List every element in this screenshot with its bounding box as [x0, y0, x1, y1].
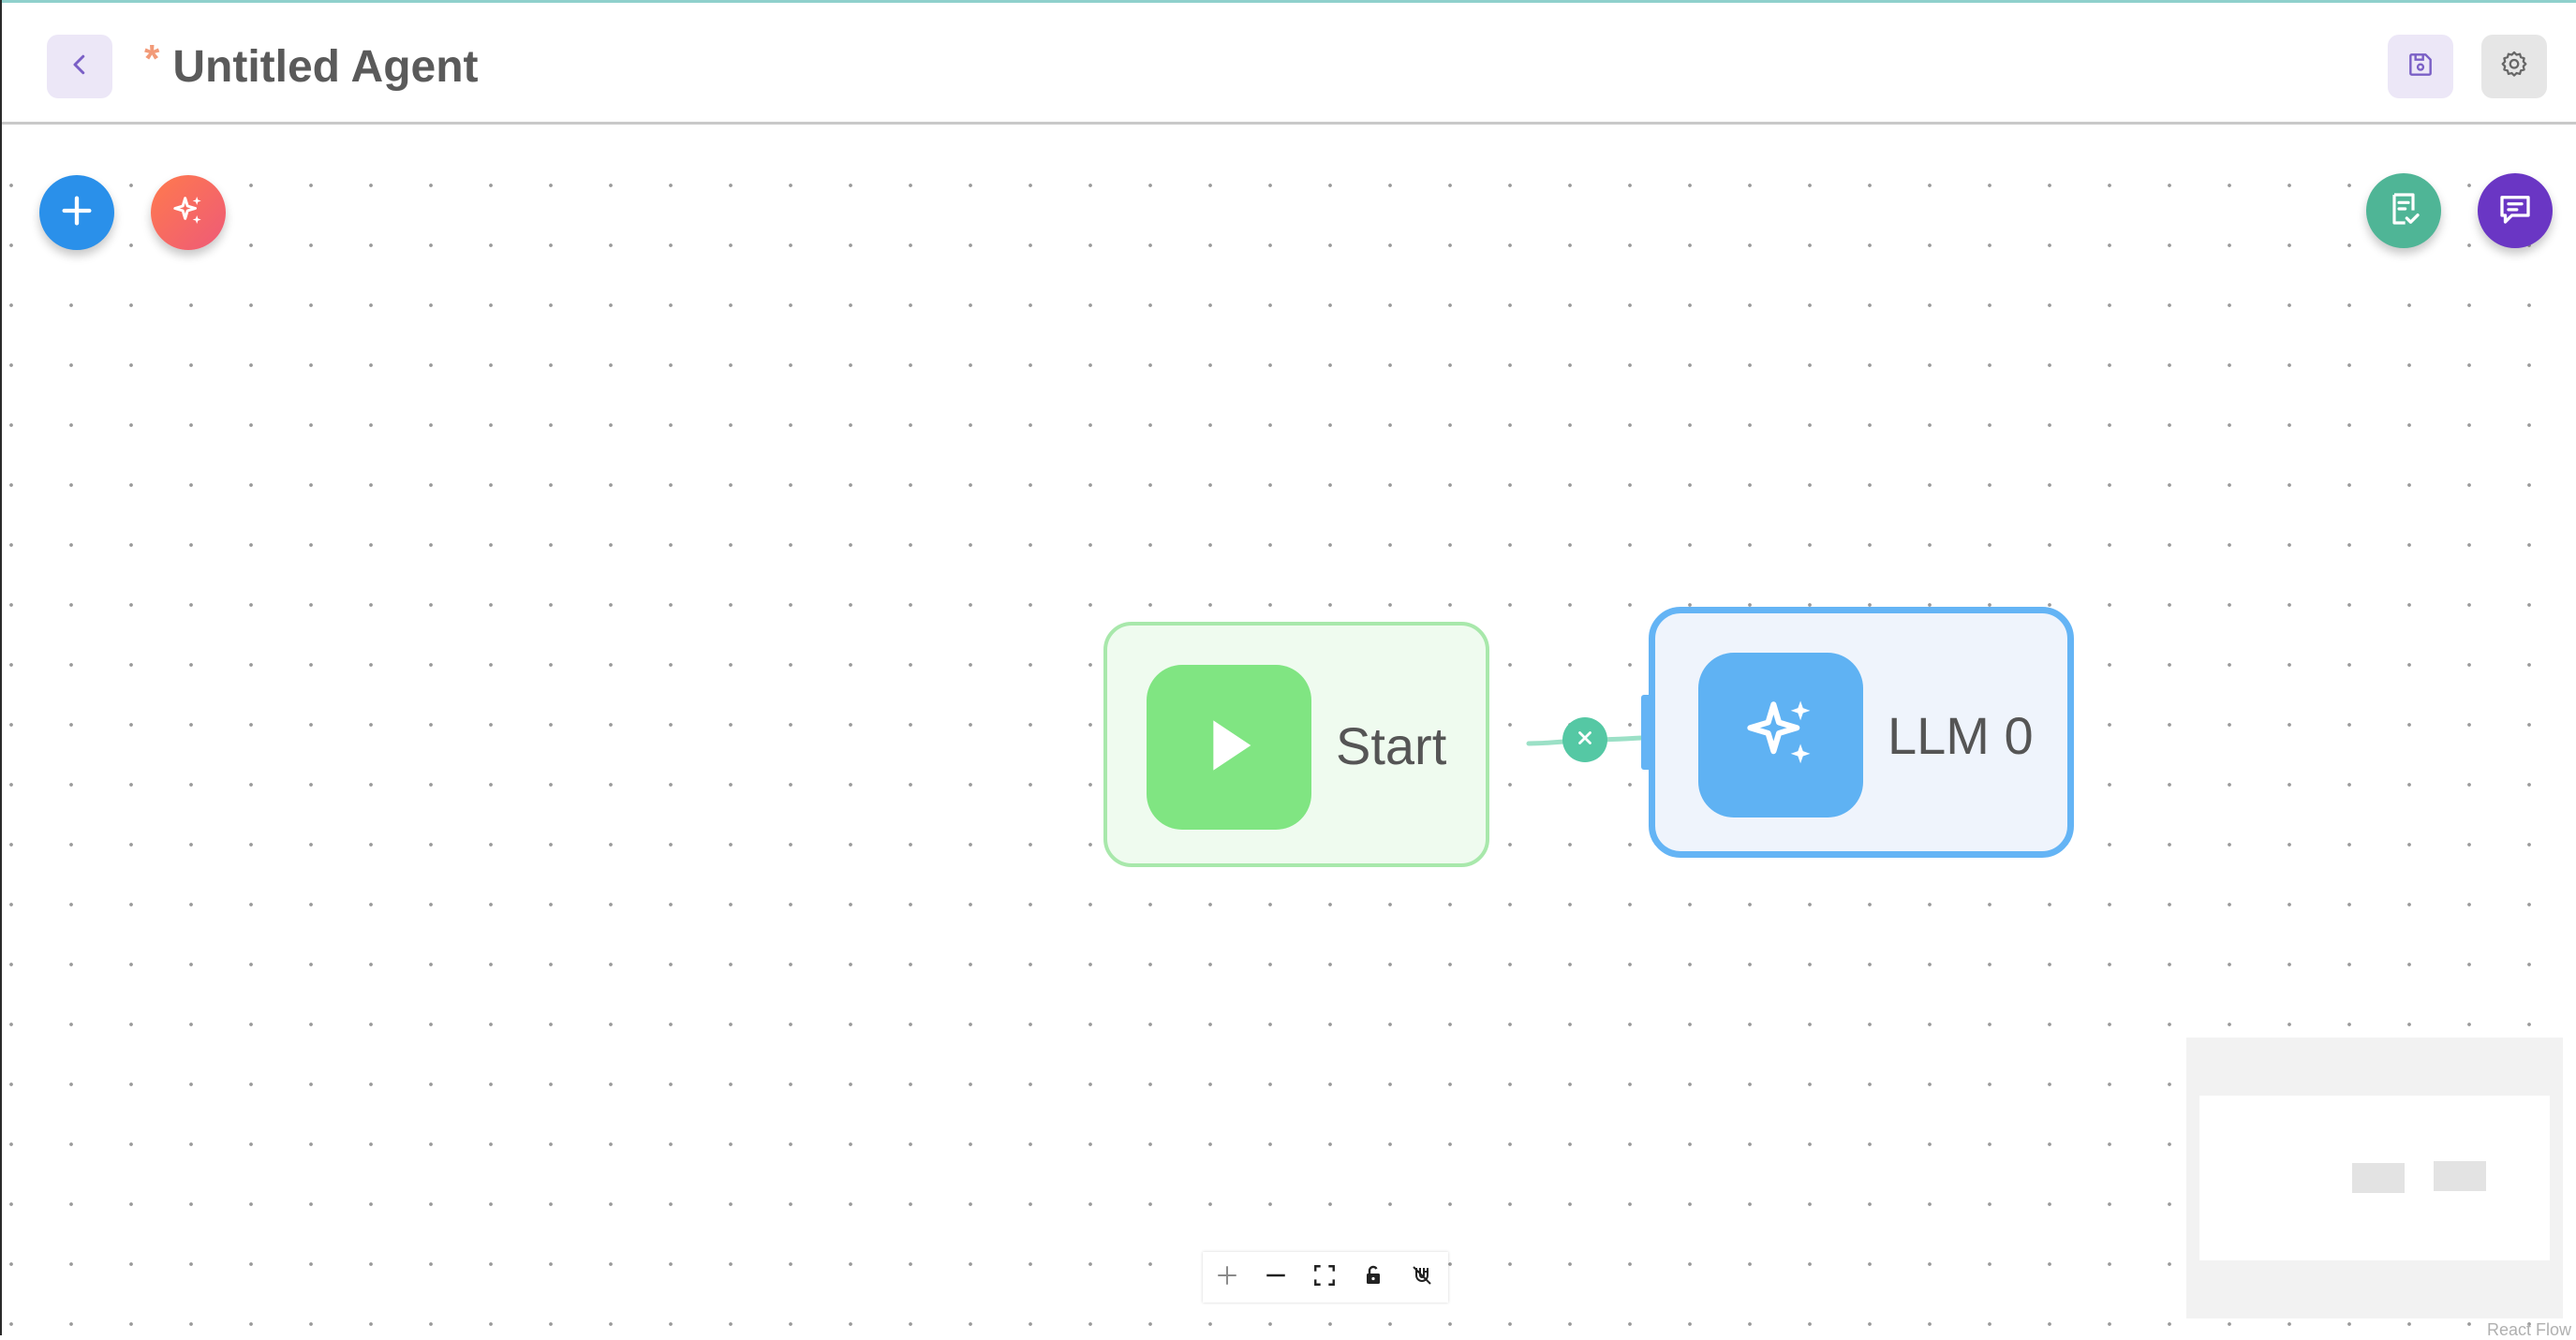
clipboard-check-icon: [2385, 190, 2422, 232]
close-icon: [1575, 728, 1595, 753]
checklist-button[interactable]: [2366, 173, 2441, 248]
page-title[interactable]: Untitled Agent: [172, 41, 478, 93]
start-node[interactable]: Start: [1103, 622, 1489, 867]
llm-node[interactable]: LLM 0: [1649, 607, 2074, 858]
snap-button[interactable]: [1398, 1252, 1446, 1303]
fit-view-button[interactable]: [1300, 1252, 1349, 1303]
fullscreen-icon: [1312, 1263, 1337, 1292]
unsaved-marker: *: [144, 37, 160, 81]
minimap-viewport[interactable]: [2199, 1096, 2550, 1260]
edge-delete-button[interactable]: [1562, 717, 1607, 762]
floppy-disk-icon: [2406, 50, 2435, 84]
react-flow-attribution[interactable]: React Flow: [2487, 1320, 2571, 1340]
sparkles-icon: [1738, 690, 1824, 781]
agent-header: * Untitled Agent: [2, 3, 2576, 125]
chat-button[interactable]: [2478, 173, 2553, 248]
plus-icon: [1215, 1263, 1239, 1292]
start-node-icon-tile: [1147, 665, 1311, 830]
unlock-icon: [1362, 1264, 1384, 1291]
minimap[interactable]: [2186, 1038, 2563, 1318]
zoom-out-button[interactable]: [1251, 1252, 1300, 1303]
minus-icon: [1264, 1263, 1288, 1292]
llm-node-icon-tile: [1698, 653, 1863, 817]
plus-icon: [58, 192, 96, 234]
chevron-left-icon: [66, 51, 94, 83]
chat-bubble-icon: [2495, 189, 2535, 233]
save-button[interactable]: [2388, 35, 2453, 98]
gear-icon: [2498, 49, 2530, 85]
zoom-in-button[interactable]: [1203, 1252, 1251, 1303]
start-node-label: Start: [1336, 716, 1447, 775]
minimap-node-start: [2352, 1163, 2405, 1193]
lock-button[interactable]: [1349, 1252, 1398, 1303]
add-node-button[interactable]: [39, 175, 114, 250]
sparkles-icon: [170, 192, 207, 234]
magnet-off-icon: [1411, 1264, 1433, 1291]
llm-node-label: LLM 0: [1888, 706, 2034, 765]
minimap-node-llm: [2434, 1161, 2486, 1191]
flow-controls: [1203, 1252, 1448, 1303]
play-icon: [1192, 708, 1266, 788]
back-button[interactable]: [47, 35, 112, 98]
ai-magic-button[interactable]: [151, 175, 226, 250]
title-area: * Untitled Agent: [144, 35, 479, 98]
settings-button[interactable]: [2481, 35, 2547, 98]
